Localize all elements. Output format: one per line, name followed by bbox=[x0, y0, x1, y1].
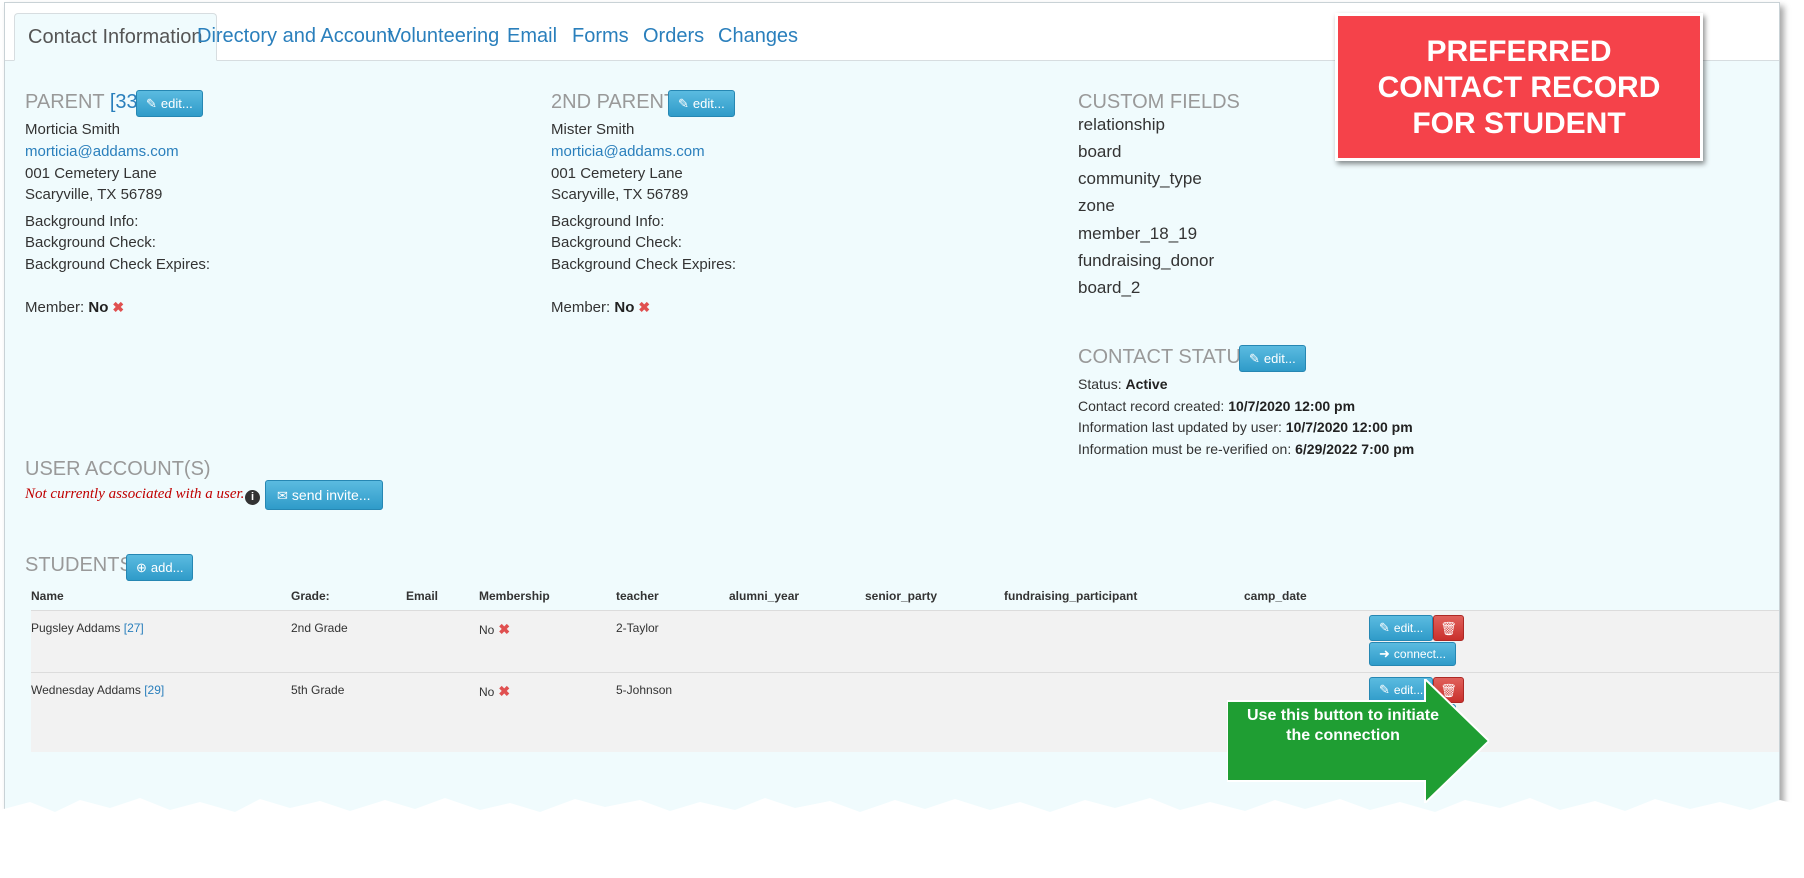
torn-edge-decoration bbox=[0, 798, 1804, 878]
column-header: senior_party bbox=[865, 589, 938, 603]
student-name-cell: Pugsley Addams [27] bbox=[31, 621, 144, 635]
user-accounts-title: USER ACCOUNT(S) bbox=[25, 458, 211, 480]
column-header: camp_date bbox=[1244, 589, 1307, 603]
parent-name: Morticia Smith bbox=[25, 121, 121, 138]
edit-icon: ✎ bbox=[1379, 620, 1390, 635]
parent-bg-info: Background Info: bbox=[25, 213, 139, 230]
parent2-bg-check: Background Check: bbox=[551, 234, 682, 251]
parent2-address1: 001 Cemetery Lane bbox=[551, 165, 683, 182]
info-icon[interactable]: i bbox=[245, 490, 260, 505]
parent-title: PARENT bbox=[25, 91, 105, 113]
add-student-button[interactable]: ⊕ add... bbox=[126, 554, 194, 581]
student-membership-cell: No ✖ bbox=[479, 621, 511, 637]
parent2-address2: Scaryville, TX 56789 bbox=[551, 186, 689, 203]
parent-membership: Member: No ✖ bbox=[25, 299, 125, 316]
student-grade-cell: 5th Grade bbox=[291, 683, 345, 697]
send-invite-button[interactable]: ✉ send invite... bbox=[265, 480, 383, 510]
tab-volunteering[interactable]: Volunteering bbox=[375, 13, 512, 61]
student-membership-cell: No ✖ bbox=[479, 683, 511, 699]
column-header: Name bbox=[31, 589, 64, 603]
x-mark-icon: ✖ bbox=[638, 299, 651, 315]
custom-field-item: member_18_19 bbox=[1078, 224, 1198, 243]
trash-icon: 🗑 bbox=[1440, 621, 1457, 636]
parent2-bg-expires: Background Check Expires: bbox=[551, 256, 737, 273]
parent-edit-button[interactable]: ✎ edit... bbox=[136, 90, 203, 117]
students-title: STUDENTS bbox=[25, 554, 133, 576]
user-association-warning: Not currently associated with a user. bbox=[25, 486, 245, 502]
student-teacher-cell: 5-Johnson bbox=[616, 683, 673, 697]
preferred-contact-callout: PREFERRED CONTACT RECORD FOR STUDENT bbox=[1335, 13, 1703, 161]
parent-address2: Scaryville, TX 56789 bbox=[25, 186, 163, 203]
student-edit-button[interactable]: ✎ edit... bbox=[1369, 615, 1434, 641]
custom-field-item: board_2 bbox=[1078, 278, 1141, 297]
student-name-cell: Wednesday Addams [29] bbox=[31, 683, 165, 697]
parent2-bg-info: Background Info: bbox=[551, 213, 665, 230]
edit-icon: ✎ bbox=[1249, 351, 1260, 366]
student-id-link[interactable]: [27] bbox=[124, 621, 144, 635]
column-header: fundraising_participant bbox=[1004, 589, 1138, 603]
connect-hint-callout: Use this button to initiate the connecti… bbox=[1226, 676, 1491, 806]
student-teacher-cell: 2-Taylor bbox=[616, 621, 659, 635]
contact-reverify-line: Information must be re-verified on: 6/29… bbox=[1078, 441, 1415, 457]
custom-fields-title: CUSTOM FIELDS bbox=[1078, 91, 1240, 113]
parent-address1: 001 Cemetery Lane bbox=[25, 165, 157, 182]
contact-created-line: Contact record created: 10/7/2020 12:00 … bbox=[1078, 398, 1356, 414]
contact-status-title: CONTACT STATUS bbox=[1078, 346, 1255, 368]
student-connect-button[interactable]: ➜connect... bbox=[1369, 642, 1456, 666]
student-grade-cell: 2nd Grade bbox=[291, 621, 348, 635]
custom-field-item: board bbox=[1078, 142, 1122, 161]
contact-status-edit-button[interactable]: ✎ edit... bbox=[1239, 345, 1306, 372]
parent2-section-title: 2ND PARENT bbox=[551, 91, 677, 113]
student-delete-button[interactable]: 🗑 bbox=[1433, 615, 1464, 641]
x-mark-icon: ✖ bbox=[112, 299, 125, 315]
column-header: Membership bbox=[479, 589, 550, 603]
tab-changes[interactable]: Changes bbox=[705, 13, 811, 61]
contact-record-panel: Contact Information Directory and Accoun… bbox=[4, 2, 1780, 878]
parent2-edit-button[interactable]: ✎ edit... bbox=[668, 90, 735, 117]
student-id-link[interactable]: [29] bbox=[144, 683, 164, 697]
column-header: Grade: bbox=[291, 589, 330, 603]
parent-bg-check: Background Check: bbox=[25, 234, 156, 251]
custom-field-item: community_type bbox=[1078, 169, 1202, 188]
tab-directory-and-account[interactable]: Directory and Account bbox=[184, 13, 406, 61]
custom-field-item: relationship bbox=[1078, 115, 1165, 134]
plus-circle-icon: ⊕ bbox=[136, 560, 147, 575]
arrow-right-icon: ➜ bbox=[1379, 646, 1390, 661]
custom-field-item: fundraising_donor bbox=[1078, 251, 1215, 270]
parent-section-title: PARENT [33] bbox=[25, 91, 143, 114]
column-header: alumni_year bbox=[729, 589, 800, 603]
contact-updated-line: Information last updated by user: 10/7/2… bbox=[1078, 419, 1413, 435]
parent2-membership: Member: No ✖ bbox=[551, 299, 651, 316]
parent2-email-link[interactable]: morticia@addams.com bbox=[551, 143, 705, 160]
edit-icon: ✎ bbox=[678, 96, 689, 111]
parent-bg-expires: Background Check Expires: bbox=[25, 256, 211, 273]
x-mark-icon: ✖ bbox=[498, 683, 511, 699]
contact-status-line: Status: Active bbox=[1078, 376, 1168, 392]
x-mark-icon: ✖ bbox=[498, 621, 511, 637]
parent2-name: Mister Smith bbox=[551, 121, 635, 138]
column-header: Email bbox=[406, 589, 439, 603]
custom-field-item: zone bbox=[1078, 196, 1115, 215]
edit-icon: ✎ bbox=[146, 96, 157, 111]
envelope-icon: ✉ bbox=[277, 488, 288, 503]
parent-email-link[interactable]: morticia@addams.com bbox=[25, 143, 179, 160]
table-row bbox=[31, 610, 1779, 672]
column-header: teacher bbox=[616, 589, 659, 603]
